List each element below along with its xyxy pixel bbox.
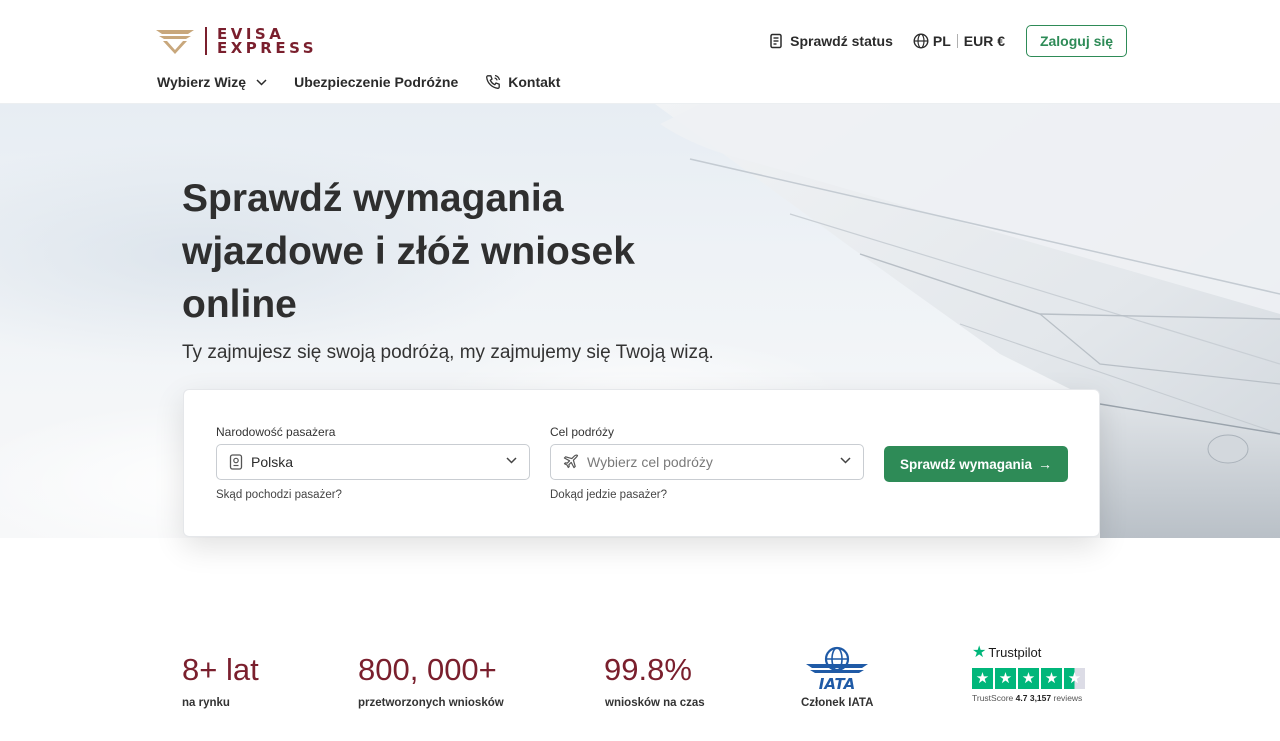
trustscore-value: 4.7 [1015,693,1028,703]
language-code: PL [932,33,951,49]
nationality-label: Narodowość pasażera [216,425,336,439]
currency-code: EUR € [963,33,1005,49]
brand-logo[interactable]: EVISA EXPRESS [155,24,317,58]
nav-item-choose-visa[interactable]: Wybierz Wizę [157,74,267,90]
main-nav: Wybierz Wizę Ubezpieczenie Podróżne Kont… [157,74,587,90]
chevron-down-icon [506,457,517,464]
logo-divider [205,27,207,55]
phone-icon [486,74,501,89]
check-status-label: Sprawdź status [790,33,893,49]
trustpilot-brand: Trustpilot [988,644,1042,660]
destination-hint: Dokąd jedzie pasażer? [550,489,667,501]
trustpilot-widget[interactable]: ★ Trustpilot ★ ★ ★ ★ ★ TrustScore 4.7 3,… [972,642,1087,703]
arrow-right-icon: → [1038,456,1053,472]
stat-label-on-time: wniosków na czas [605,697,705,709]
nav-item-contact[interactable]: Kontakt [485,74,560,90]
visa-search-card: Narodowość pasażera Polska Skąd pochodzi… [183,389,1100,537]
stat-value-on-time: 99.8% [604,652,692,687]
iata-logo-text: IATA [819,675,855,692]
star-icon: ★ [1041,668,1062,689]
chevron-down-icon [256,78,267,86]
nav-item-travel-insurance[interactable]: Ubezpieczenie Podróżne [294,74,458,90]
nationality-hint: Skąd pochodzi pasażer? [216,489,342,501]
nationality-value: Polska [251,454,294,470]
passport-icon [229,454,243,470]
destination-label: Cel podróży [550,425,615,439]
star-icon: ★ [972,668,993,689]
trustpilot-rating-stars: ★ ★ ★ ★ ★ [972,668,1087,689]
nationality-select[interactable]: Polska [216,444,530,480]
iata-logo: IATA [806,646,868,692]
iata-member-label: Członek IATA [801,697,874,709]
trustscore-prefix: TrustScore [972,693,1014,703]
logo-mark-icon [156,30,194,54]
stat-value-years: 8+ lat [182,652,259,687]
stat-value-applications: 800, 000+ [358,652,497,687]
check-status-link[interactable]: Sprawdź status [769,33,893,49]
top-actions: Sprawdź status PL EUR € Zaloguj się [769,25,1127,57]
document-check-icon [770,33,782,49]
site-header: EVISA EXPRESS Sprawdź status PL EUR € Za… [0,0,1280,104]
trustpilot-star-icon: ★ [972,644,987,661]
login-button[interactable]: Zaloguj się [1026,25,1127,57]
reviews-count: 3,157 [1029,693,1052,703]
check-requirements-label: Sprawdź wymagania [899,456,1033,472]
nav-item-label: Kontakt [508,74,561,90]
hero-subtitle: Ty zajmujesz się swoją podróżą, my zajmu… [182,342,714,363]
hero-title: Sprawdź wymagania wjazdowe i złóż wniose… [182,177,635,326]
globe-icon [913,33,929,49]
destination-placeholder: Wybierz cel podróży [587,454,713,470]
nav-item-label: Ubezpieczenie Podróżne [294,74,459,90]
lang-divider [956,34,958,48]
trustpilot-header: ★ Trustpilot [972,642,1087,662]
destination-select[interactable]: Wybierz cel podróży [550,444,864,480]
brand-wordmark: EVISA EXPRESS [217,27,318,57]
star-icon: ★ [995,668,1016,689]
star-icon: ★ [1018,668,1039,689]
trustpilot-meta: TrustScore 4.7 3,157 reviews [972,693,1087,703]
nav-item-label: Wybierz Wizę [157,74,247,90]
reviews-suffix: reviews [1053,693,1083,703]
stat-label-applications: przetworzonych wniosków [358,697,504,709]
chevron-down-icon [840,457,851,464]
half-star-icon: ★ [1064,668,1085,689]
airplane-icon [563,454,579,469]
check-requirements-button[interactable]: Sprawdź wymagania → [884,446,1068,482]
brand-line-2: EXPRESS [217,39,318,57]
language-currency-selector[interactable]: PL EUR € [913,33,1005,49]
stat-label-years: na rynku [182,697,230,709]
